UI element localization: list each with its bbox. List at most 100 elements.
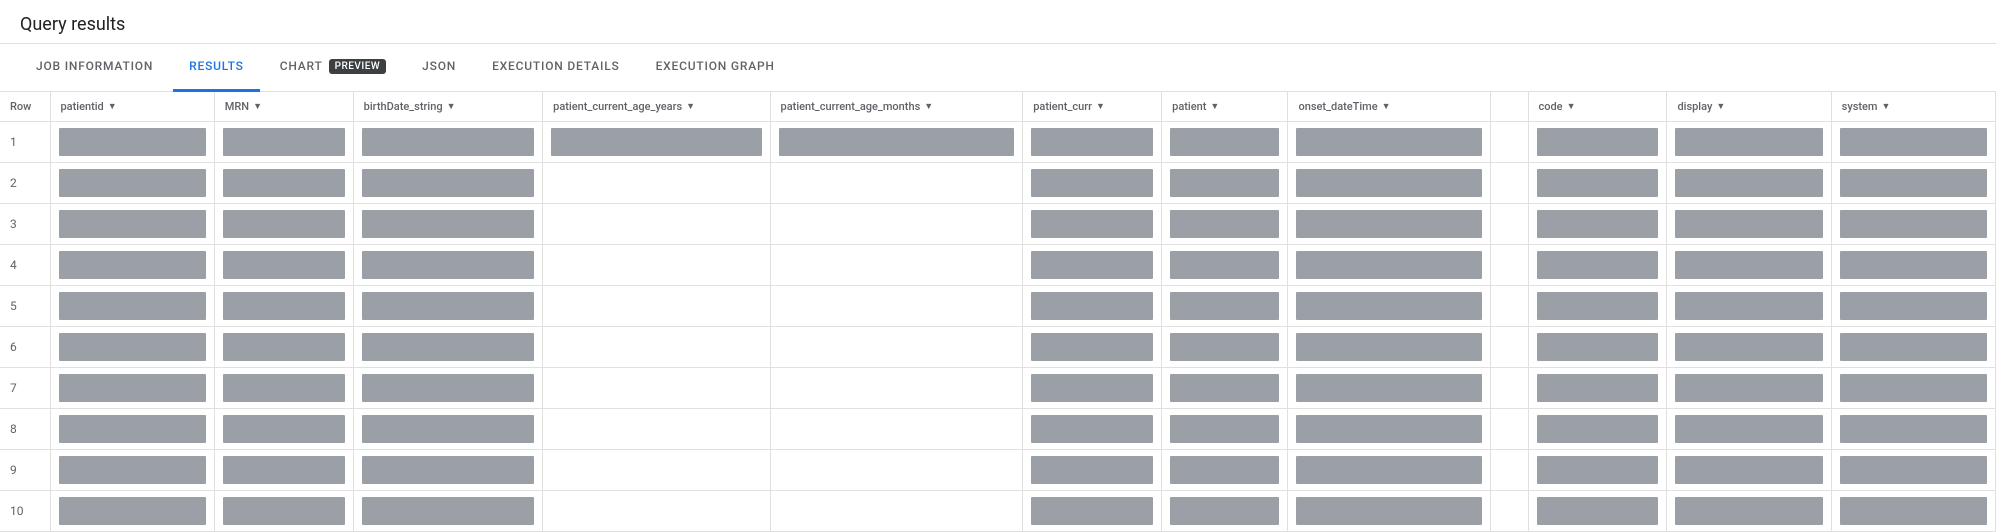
sort-icon-onset[interactable]: ▼ — [1382, 101, 1391, 112]
tab-job-information[interactable]: JOB INFORMATION — [20, 44, 169, 92]
cell-system — [1831, 409, 1995, 450]
resize-handle-code[interactable] — [1662, 92, 1666, 121]
cell-birthdate — [353, 491, 542, 532]
cell-display — [1667, 163, 1831, 204]
cell-redacted-block — [1170, 333, 1279, 361]
cell-age-months — [770, 245, 1023, 286]
resize-handle-patient[interactable] — [1283, 92, 1287, 121]
cell-system — [1831, 450, 1995, 491]
col-header-row-label: Row — [10, 100, 31, 113]
resize-handle-birthdate[interactable] — [538, 92, 542, 121]
cell-system — [1831, 163, 1995, 204]
cell-patientid — [50, 491, 214, 532]
col-header-patientid[interactable]: patientid ▼ — [50, 92, 214, 122]
col-header-patient-curr[interactable]: patient_curr ▼ — [1023, 92, 1162, 122]
cell-onset — [1288, 491, 1490, 532]
resize-handle-display[interactable] — [1827, 92, 1831, 121]
sort-icon-system[interactable]: ▼ — [1882, 101, 1891, 112]
cell-age-months — [770, 204, 1023, 245]
col-header-age-years-label: patient_current_age_years — [553, 100, 682, 113]
tab-chart-label: CHART — [280, 59, 323, 73]
resize-handle-patientid[interactable] — [210, 92, 214, 121]
sort-icon-code[interactable]: ▼ — [1567, 101, 1576, 112]
sort-icon-patient[interactable]: ▼ — [1210, 101, 1219, 112]
cell-patientid — [50, 245, 214, 286]
cell-system — [1831, 286, 1995, 327]
cell-redacted-block — [223, 374, 345, 402]
resize-handle-mrn[interactable] — [349, 92, 353, 121]
col-header-age-years[interactable]: patient_current_age_years ▼ — [543, 92, 770, 122]
row-number-cell: 1 — [0, 122, 50, 163]
tab-execution-graph[interactable]: EXECUTION GRAPH — [640, 44, 791, 92]
table-row: 2 — [0, 163, 1996, 204]
cell-redacted-block — [1296, 456, 1481, 484]
cell-birthdate — [353, 245, 542, 286]
cell-redacted-block — [1170, 374, 1279, 402]
col-header-patient[interactable]: patient ▼ — [1162, 92, 1288, 122]
tab-execution-details[interactable]: EXECUTION DETAILS — [476, 44, 636, 92]
cell-redacted-block — [59, 456, 206, 484]
col-header-display[interactable]: display ▼ — [1667, 92, 1831, 122]
cell-redacted-block — [1031, 128, 1153, 156]
col-header-age-months[interactable]: patient_current_age_months ▼ — [770, 92, 1023, 122]
cell-patient — [1162, 409, 1288, 450]
resize-handle-system[interactable] — [1991, 92, 1995, 121]
sort-icon-patientid[interactable]: ▼ — [108, 101, 117, 112]
sort-icon-patient-curr[interactable]: ▼ — [1096, 101, 1105, 112]
cell-patient — [1162, 204, 1288, 245]
cell-redacted-block — [1537, 456, 1659, 484]
cell-display — [1667, 245, 1831, 286]
cell-system — [1831, 368, 1995, 409]
cell-redacted-block — [59, 333, 206, 361]
cell-redacted-block — [1537, 292, 1659, 320]
sort-icon-birthdate[interactable]: ▼ — [447, 101, 456, 112]
sort-icon-display[interactable]: ▼ — [1716, 101, 1725, 112]
cell-redacted-block — [223, 128, 345, 156]
cell-code — [1528, 368, 1667, 409]
col-header-system[interactable]: system ▼ — [1831, 92, 1995, 122]
col-header-mrn[interactable]: MRN ▼ — [214, 92, 353, 122]
cell-redacted-block — [1840, 169, 1987, 197]
tab-json[interactable]: JSON — [406, 44, 472, 92]
col-header-birthdate-label: birthDate_string — [364, 100, 443, 113]
tab-chart[interactable]: CHART PREVIEW — [264, 44, 402, 92]
cell-redacted-block — [59, 497, 206, 525]
cell-patient — [1162, 245, 1288, 286]
cell-patientid — [50, 409, 214, 450]
resize-handle-onset[interactable] — [1486, 92, 1490, 121]
sort-icon-age-months[interactable]: ▼ — [924, 101, 933, 112]
sort-icon-age-years[interactable]: ▼ — [686, 101, 695, 112]
cell-redacted-block — [1840, 251, 1987, 279]
table-row: 7 — [0, 368, 1996, 409]
cell-patient-curr — [1023, 245, 1162, 286]
cell-display — [1667, 204, 1831, 245]
cell-system — [1831, 327, 1995, 368]
col-header-patientid-label: patientid — [61, 100, 104, 113]
cell-spacer — [1490, 409, 1528, 450]
resize-handle-patient-curr[interactable] — [1157, 92, 1161, 121]
cell-birthdate — [353, 204, 542, 245]
sort-icon-mrn[interactable]: ▼ — [253, 101, 262, 112]
col-header-code[interactable]: code ▼ — [1528, 92, 1667, 122]
resize-handle-spacer[interactable] — [1524, 92, 1528, 121]
cell-mrn — [214, 245, 353, 286]
cell-redacted-block — [362, 374, 534, 402]
cell-patient-curr — [1023, 368, 1162, 409]
row-number-cell: 2 — [0, 163, 50, 204]
cell-birthdate — [353, 163, 542, 204]
cell-patientid — [50, 163, 214, 204]
resize-handle-age-months[interactable] — [1018, 92, 1022, 121]
cell-patient — [1162, 286, 1288, 327]
cell-onset — [1288, 450, 1490, 491]
cell-code — [1528, 122, 1667, 163]
cell-display — [1667, 409, 1831, 450]
col-header-birthdate[interactable]: birthDate_string ▼ — [353, 92, 542, 122]
cell-patientid — [50, 122, 214, 163]
resize-handle-age-years[interactable] — [766, 92, 770, 121]
cell-spacer — [1490, 491, 1528, 532]
page-title: Query results — [0, 0, 1996, 44]
tab-results[interactable]: RESULTS — [173, 44, 260, 92]
col-header-onset[interactable]: onset_dateTime ▼ — [1288, 92, 1490, 122]
cell-redacted-block — [1031, 292, 1153, 320]
cell-spacer — [1490, 122, 1528, 163]
